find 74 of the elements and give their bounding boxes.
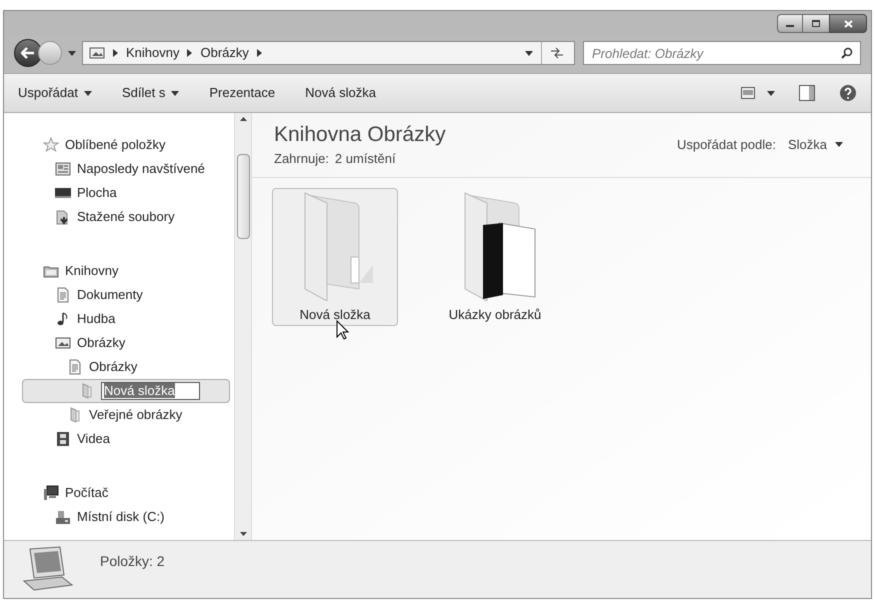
maximize-button[interactable]	[803, 14, 829, 33]
rename-field[interactable]: Nová složka	[101, 382, 200, 400]
tree-item[interactable]: Veřejné obrázky	[22, 403, 230, 427]
caret-icon	[84, 90, 92, 96]
search-field[interactable]: Prohledat: Obrázky	[583, 41, 861, 65]
desktop-icon	[55, 185, 71, 201]
library-title: Knihovna Obrázky	[274, 123, 446, 147]
breadcrumb-item[interactable]: Obrázky	[200, 43, 249, 63]
document-icon	[55, 287, 71, 303]
picture-icon	[89, 45, 105, 61]
refresh-arrows-icon	[550, 47, 564, 59]
tree-item[interactable]: Stažené soubory	[22, 205, 230, 229]
caret-icon	[171, 90, 180, 96]
preview-pane-button[interactable]	[799, 85, 815, 101]
document-icon	[67, 359, 83, 375]
arrange-by-dropdown[interactable]: Složka	[788, 135, 843, 154]
tree-item[interactable]: Plocha	[22, 181, 230, 205]
tree-item[interactable]: Dokumenty	[22, 283, 230, 307]
tree-item[interactable]: Počítač	[22, 481, 230, 505]
chevron-icon	[256, 49, 262, 57]
close-button[interactable]	[829, 14, 867, 33]
back-arrow-icon	[21, 47, 35, 59]
status-text: Položky: 2	[100, 552, 165, 571]
laptop-icon	[22, 545, 74, 593]
caret-icon	[68, 50, 76, 56]
caret-icon	[767, 90, 775, 96]
chevron-icon	[187, 49, 192, 57]
address-bar[interactable]: Knihovny Obrázky	[82, 41, 575, 65]
view-icon	[741, 87, 755, 99]
tree-item[interactable]: Místní disk (C:)	[22, 505, 230, 529]
address-dropdown-icon	[525, 50, 533, 56]
toolbar-button[interactable]: Sdílet s	[122, 83, 180, 103]
forward-button[interactable]	[38, 41, 62, 65]
toolbar-button[interactable]: Uspořádat	[18, 83, 92, 103]
tree-item[interactable]: Videa	[22, 427, 230, 451]
folder-name: Ukázky obrázků	[448, 306, 542, 324]
minimize-button[interactable]	[777, 14, 803, 33]
view-options-button[interactable]	[741, 87, 775, 99]
sidebar-scrollbar[interactable]	[234, 113, 252, 540]
tree-item[interactable]: Hudba	[22, 307, 230, 331]
recent-places-icon	[55, 161, 71, 177]
chevron-icon	[113, 49, 118, 57]
help-icon	[839, 84, 857, 102]
disk-drive-icon	[55, 509, 71, 525]
tree-item[interactable]: Naposledy navštívené	[22, 157, 230, 181]
film-icon	[55, 431, 71, 447]
tree-item[interactable]: Obrázky	[22, 355, 230, 379]
toolbar-button[interactable]: Nová složka	[305, 83, 376, 103]
star-icon	[43, 137, 59, 153]
history-dropdown[interactable]	[66, 50, 78, 56]
mouse-cursor-icon	[336, 320, 349, 340]
folder-item[interactable]: Ukázky obrázků	[432, 188, 558, 326]
tree-item[interactable]: Oblíbené položky	[22, 133, 230, 157]
computer-icon	[43, 485, 59, 501]
help-button[interactable]	[839, 84, 857, 102]
includes-label: Zahrnuje:	[274, 150, 329, 168]
folder-item[interactable]: Nová složka	[272, 188, 398, 326]
back-button[interactable]	[14, 39, 42, 67]
scroll-down-icon[interactable]	[240, 532, 246, 536]
breadcrumb-item[interactable]: Knihovny	[126, 43, 180, 63]
tree-item[interactable]: Knihovny	[22, 259, 230, 283]
locations-link[interactable]: 2 umístění	[334, 149, 396, 168]
folder-name: Nová složka	[300, 306, 370, 324]
arrange-by-label: Uspořádat podle:	[676, 136, 776, 154]
search-icon	[841, 47, 853, 59]
toolbar-button[interactable]: Prezentace	[209, 83, 276, 103]
scroll-up-icon[interactable]	[240, 117, 246, 121]
tree-item[interactable]: Nová složka	[22, 379, 230, 403]
caret-icon	[835, 142, 843, 148]
tree-item[interactable]: Obrázky	[22, 331, 230, 355]
close-icon	[844, 20, 852, 28]
preview-pane-icon	[799, 85, 815, 101]
scrollbar-thumb[interactable]	[236, 154, 250, 239]
picture-icon	[55, 335, 71, 351]
